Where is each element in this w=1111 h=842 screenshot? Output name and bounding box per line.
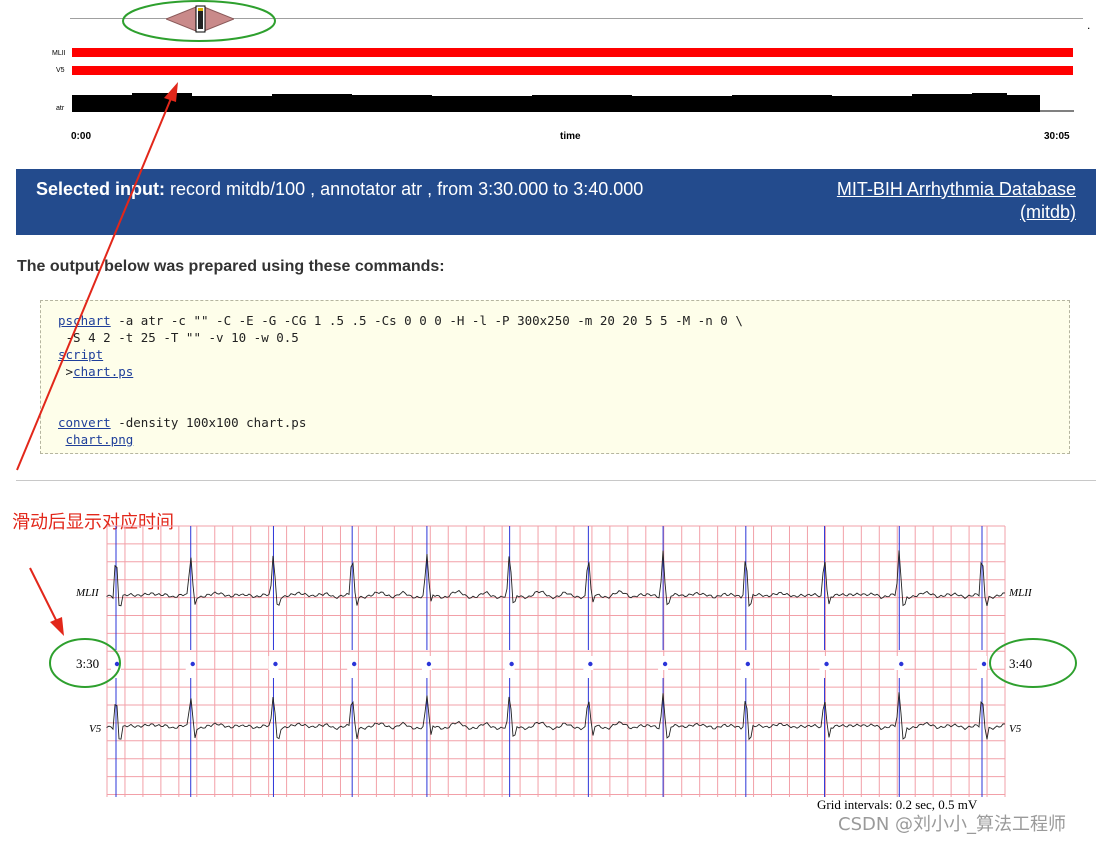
end-time-circle: [989, 638, 1077, 688]
beat-dot: [745, 661, 751, 667]
beat-dot: [273, 661, 278, 667]
beat-dot: [588, 661, 593, 667]
watermark: CSDN @刘小小_算法工程师: [838, 814, 1067, 835]
beat-dot: [662, 661, 668, 667]
lead-label-mlii-right: MLII: [1009, 587, 1032, 599]
ecg-plot: [106, 525, 1006, 797]
beat-dot: [824, 661, 829, 667]
lead-label-mlii-left: MLII: [76, 587, 99, 599]
beat-dot: [190, 661, 195, 667]
beat-dot: [351, 661, 357, 667]
lead-label-v5-right: V5: [1009, 723, 1022, 735]
beat-dot: [981, 661, 987, 667]
lead-label-v5-left: V5: [89, 723, 102, 735]
start-time-circle: [49, 638, 121, 688]
beat-dot: [509, 661, 514, 667]
beat-dot: [426, 661, 432, 667]
ecg-chart: MLII V5 MLII V5 3:30 3:40: [0, 520, 1111, 820]
beat-dot: [899, 661, 904, 667]
